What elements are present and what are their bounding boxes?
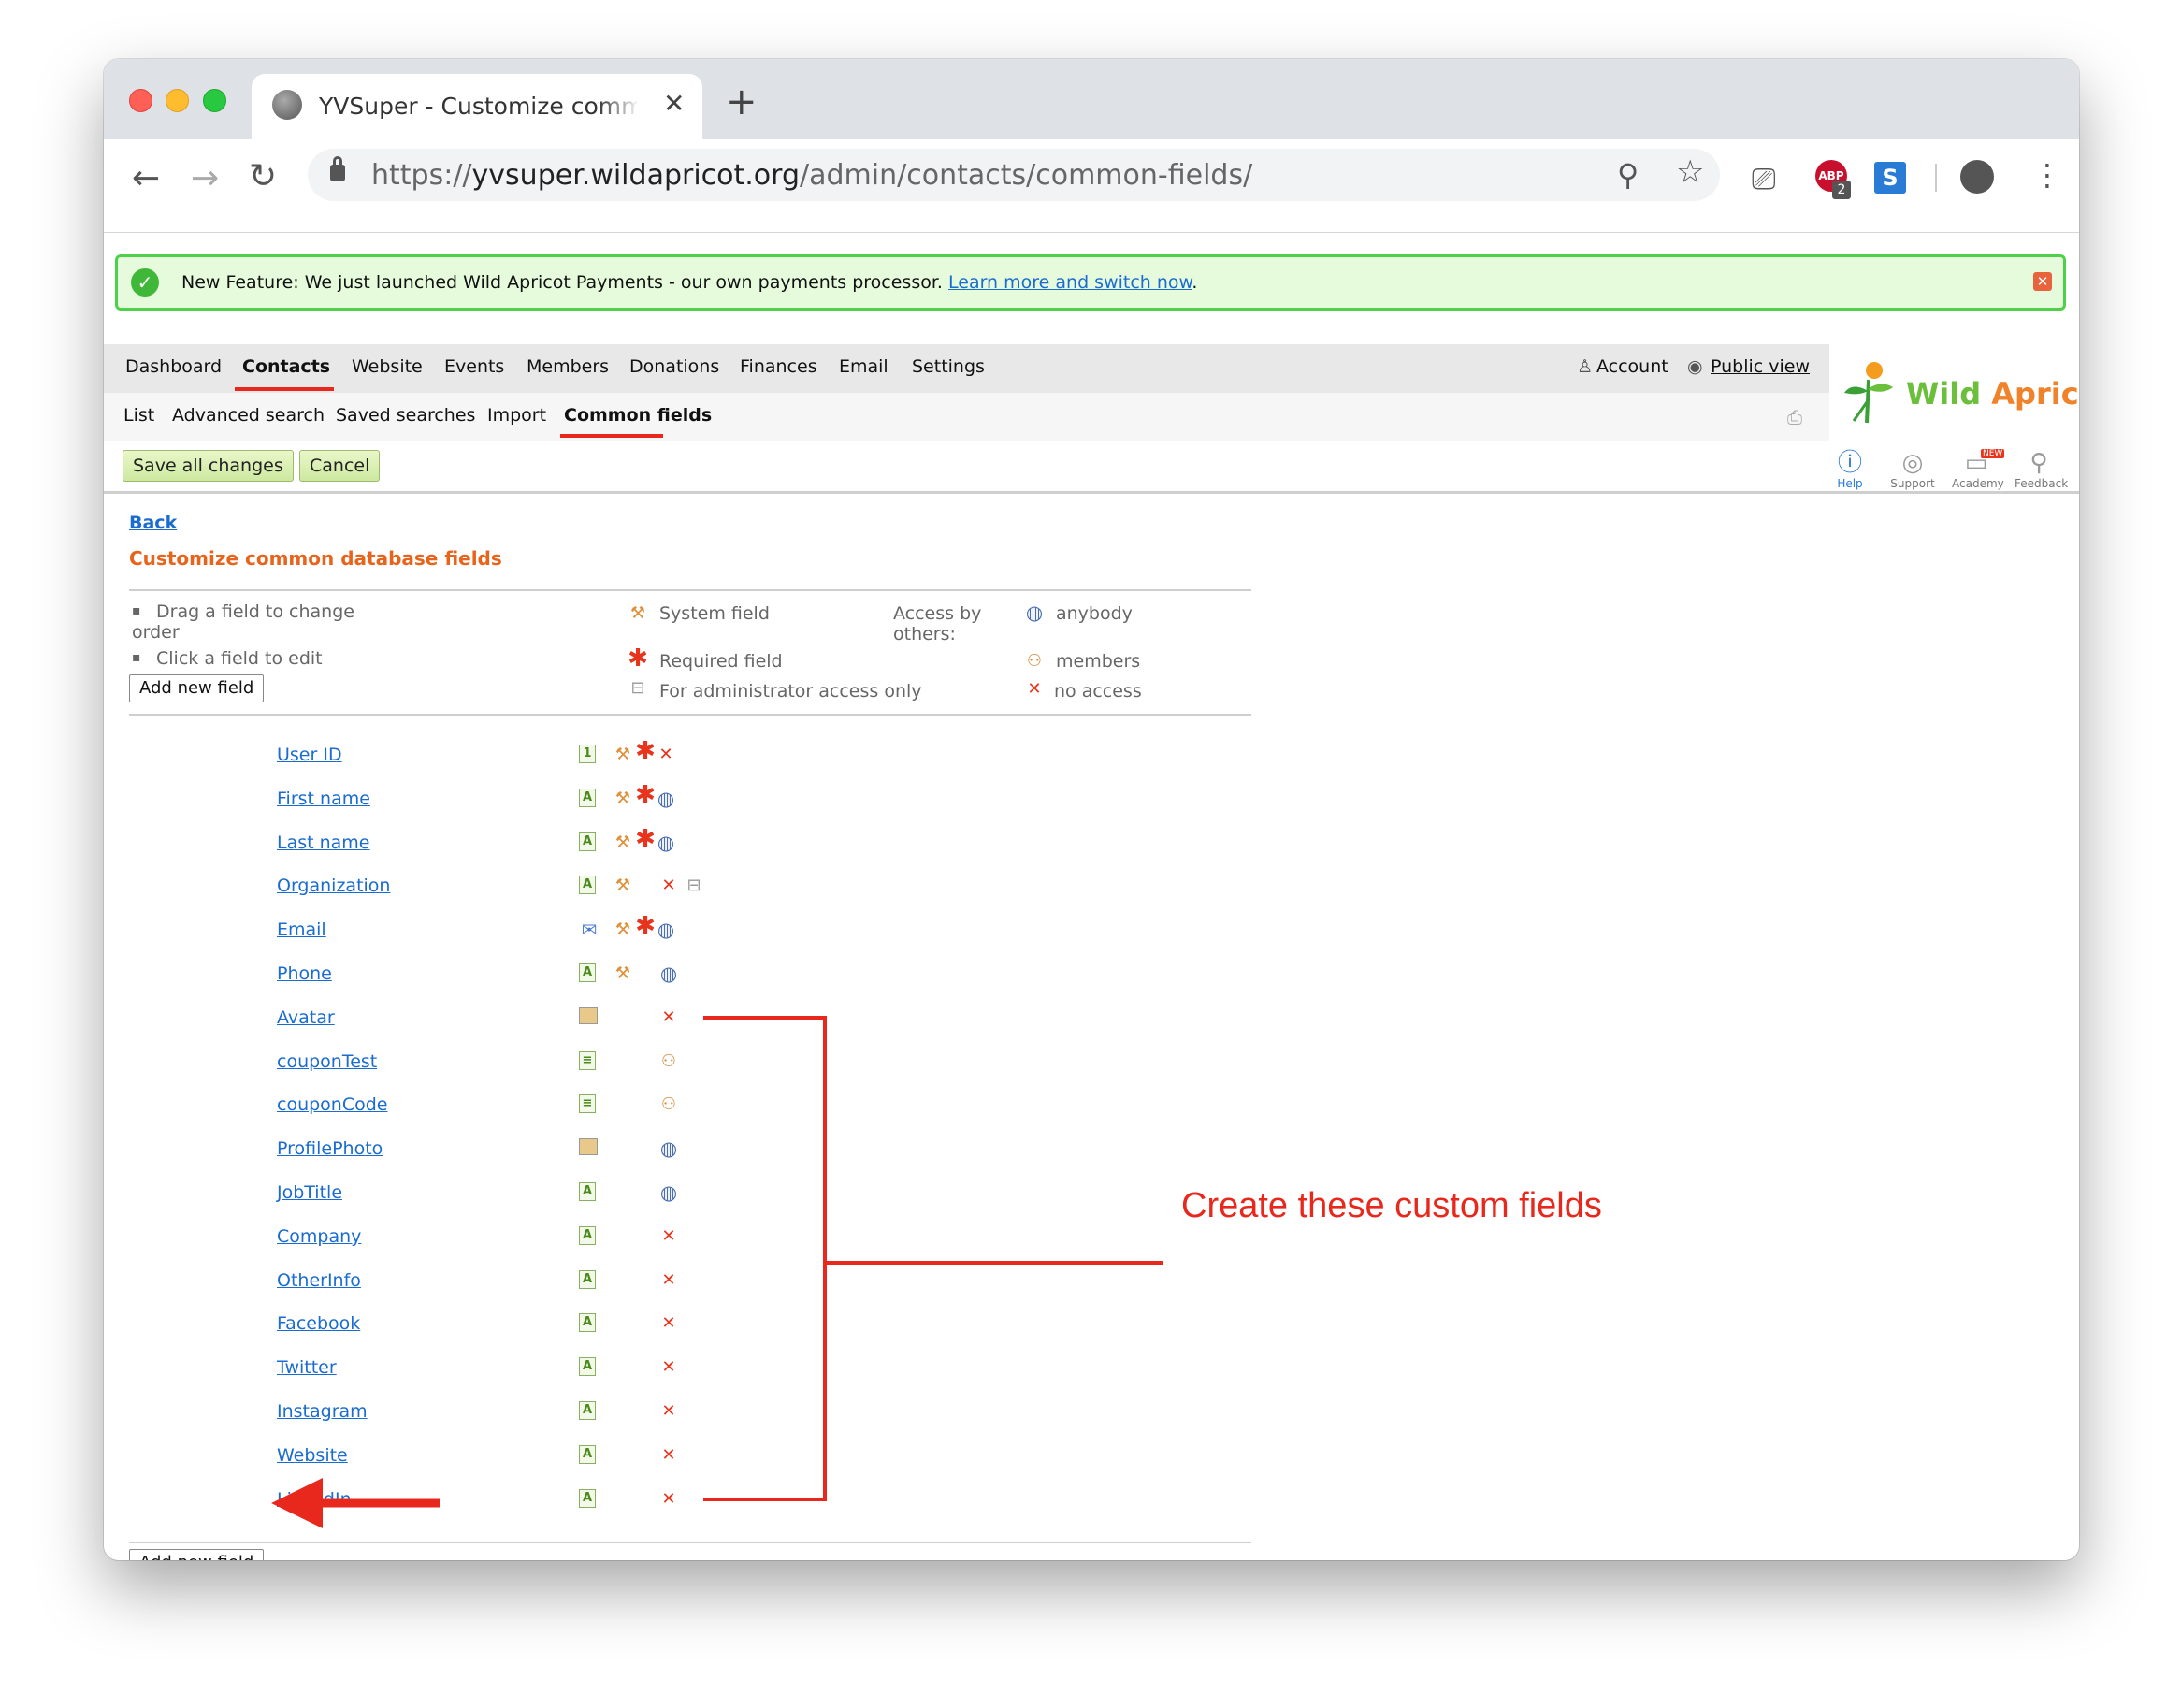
annotation-bracket xyxy=(703,1016,827,1501)
annotation-label: Create these custom fields xyxy=(1181,1186,1602,1225)
red-arrow-icon xyxy=(271,1478,323,1528)
annotation-overlay xyxy=(271,1016,1163,1528)
